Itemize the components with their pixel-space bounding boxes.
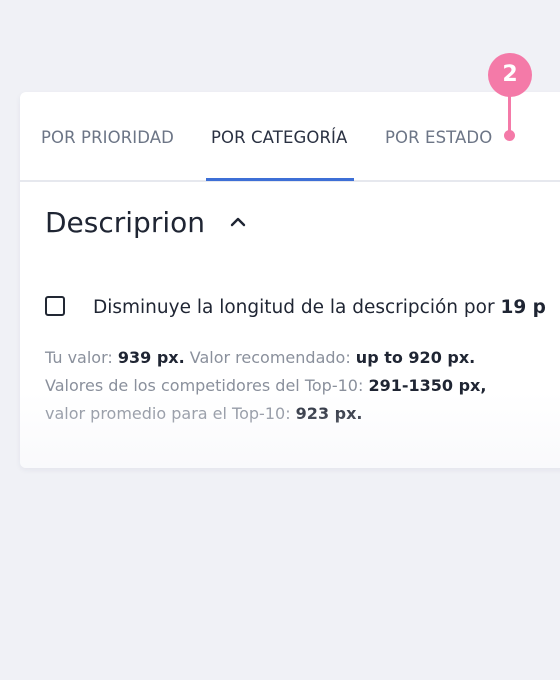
chevron-up-icon[interactable]	[226, 210, 250, 234]
marker-line	[508, 96, 511, 134]
recommended-value: up to 920 px.	[355, 348, 476, 367]
average-value: 923 px.	[295, 404, 363, 423]
issue-description: Disminuye la longitud de la descripción …	[93, 297, 501, 318]
marker-dot	[504, 130, 515, 141]
issue-checkbox[interactable]	[45, 296, 65, 316]
issue-text: Disminuye la longitud de la descripción …	[93, 297, 546, 318]
details-line-3: valor promedio para el Top-10: 923 px.	[45, 400, 486, 428]
your-value: 939 px.	[117, 348, 185, 367]
step-marker-badge: 2	[488, 53, 532, 97]
issue-details: Tu valor: 939 px. Valor recomendado: up …	[45, 344, 486, 428]
details-line-1: Tu valor: 939 px. Valor recomendado: up …	[45, 344, 486, 372]
tab-bar: POR PRIORIDAD POR CATEGORÍA POR ESTADO	[20, 92, 560, 182]
tasks-card: POR PRIORIDAD POR CATEGORÍA POR ESTADO D…	[20, 92, 560, 468]
details-line-2: Valores de los competidores del Top-10: …	[45, 372, 486, 400]
active-tab-indicator	[206, 178, 354, 181]
issue-amount: 19 p	[500, 297, 546, 318]
competitors-label: Valores de los competidores del Top-10:	[45, 376, 369, 395]
section-title: Descriprion	[45, 206, 206, 239]
tab-by-category[interactable]: POR CATEGORÍA	[211, 128, 347, 147]
recommended-label: Valor recomendado:	[184, 348, 356, 367]
average-label: valor promedio para el Top-10:	[45, 404, 296, 423]
tab-by-priority[interactable]: POR PRIORIDAD	[41, 128, 174, 147]
your-value-label: Tu valor:	[45, 348, 118, 367]
tab-by-status[interactable]: POR ESTADO	[385, 128, 492, 147]
competitors-value: 291-1350 px,	[368, 376, 487, 395]
